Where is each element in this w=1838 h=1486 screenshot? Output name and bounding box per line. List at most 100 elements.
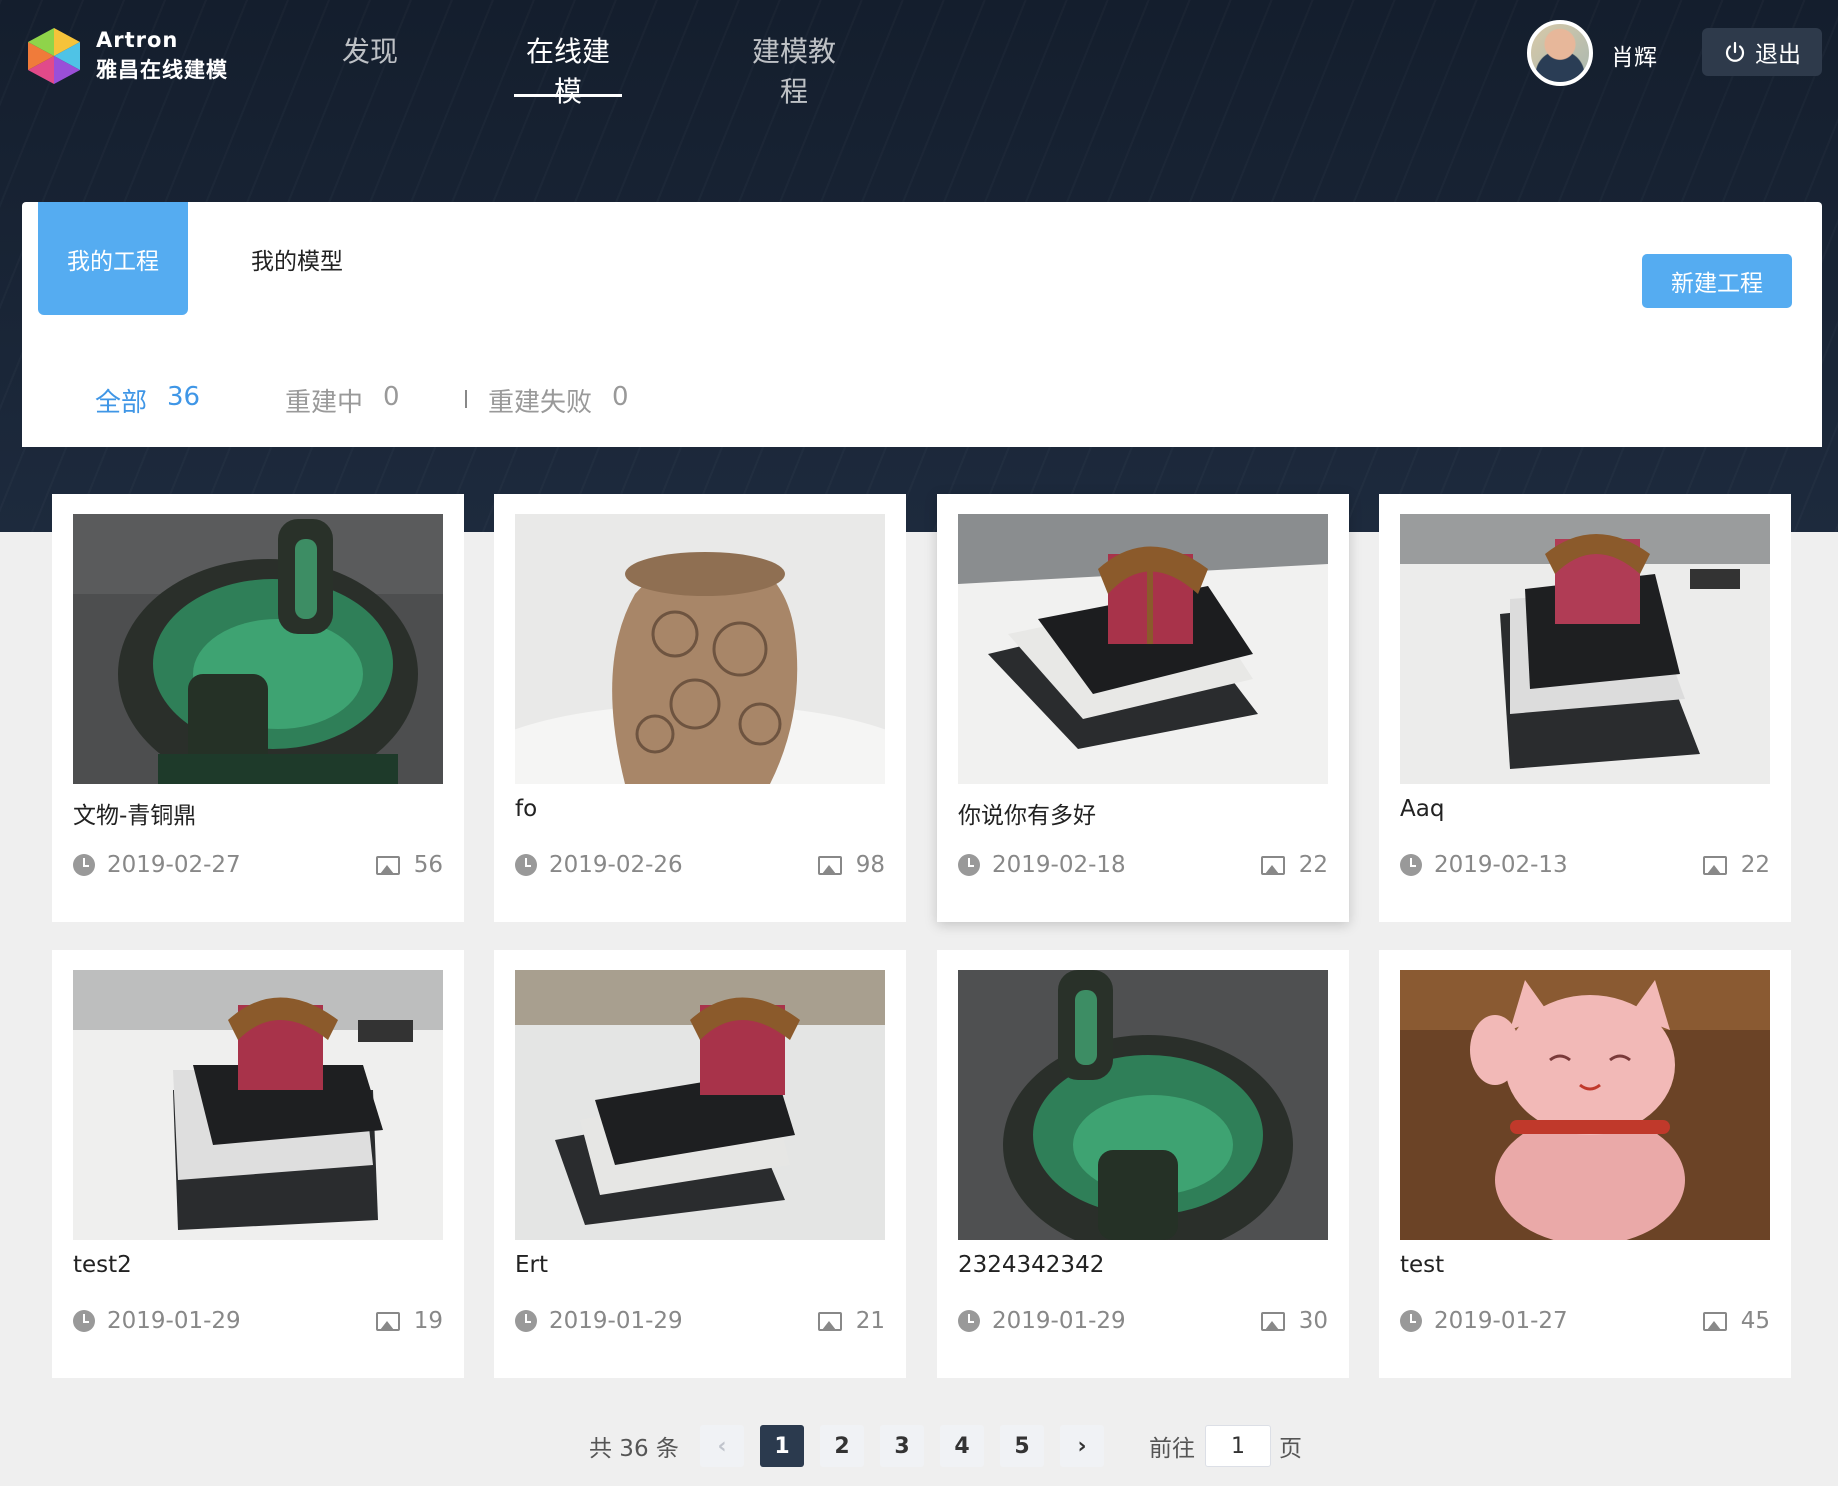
logout-label: 退出 [1755, 42, 1801, 68]
project-title[interactable]: Ert [515, 1252, 548, 1278]
page-button-5[interactable]: 5 [1000, 1425, 1044, 1467]
new-project-button[interactable]: 新建工程 [1642, 254, 1792, 308]
project-image-count: 45 [1702, 1308, 1770, 1334]
project-image-count-value: 30 [1298, 1308, 1328, 1334]
image-icon [1260, 1311, 1285, 1331]
project-title[interactable]: test2 [73, 1252, 132, 1278]
project-thumbnail[interactable] [1400, 970, 1770, 1240]
project-thumbnail[interactable] [515, 514, 885, 784]
username[interactable]: 肖辉 [1611, 38, 1657, 72]
active-nav-indicator [514, 94, 622, 97]
project-image-count: 21 [817, 1308, 885, 1334]
nav-online-modeling-label: 在线建模 [525, 35, 610, 108]
project-thumbnail[interactable] [73, 514, 443, 784]
image-icon [375, 1311, 400, 1331]
projects-panel: 我的工程 我的模型 新建工程 全部 36 重建中 0 重建失败 0 [22, 202, 1822, 447]
project-card[interactable]: 你说你有多好 2019-02-18 22 [937, 494, 1349, 922]
image-icon [817, 1311, 842, 1331]
project-image-count-value: 22 [1740, 852, 1770, 878]
project-date: 2019-01-29 [515, 1308, 683, 1334]
filter-rebuilding-label: 重建中 [285, 388, 364, 418]
filter-divider [465, 390, 467, 408]
filter-rebuilding-count: 0 [383, 382, 400, 412]
project-date-value: 2019-02-18 [992, 852, 1126, 878]
filter-rebuilding[interactable]: 重建中 0 [285, 382, 400, 419]
chevron-right-icon: › [1077, 1433, 1087, 1459]
project-title[interactable]: 2324342342 [958, 1252, 1104, 1278]
page-button-1[interactable]: 1 [760, 1425, 804, 1467]
page-button-3[interactable]: 3 [880, 1425, 924, 1467]
project-title[interactable]: 文物-青铜鼎 [73, 796, 196, 830]
project-date-value: 2019-02-27 [107, 852, 241, 878]
project-image-count-value: 21 [855, 1308, 885, 1334]
project-date-value: 2019-01-29 [549, 1308, 683, 1334]
tab-my-models[interactable]: 我的模型 [222, 202, 372, 315]
project-thumbnail[interactable] [1400, 514, 1770, 784]
project-thumbnail[interactable] [515, 970, 885, 1240]
project-thumbnail[interactable] [958, 970, 1328, 1240]
clock-icon [1400, 854, 1422, 876]
tab-my-projects[interactable]: 我的工程 [38, 202, 188, 315]
project-title[interactable]: test [1400, 1252, 1444, 1278]
chevron-left-icon: ‹ [717, 1433, 727, 1459]
project-card[interactable]: Aaq 2019-02-13 22 [1379, 494, 1791, 922]
top-navigation-bar: Artron 雅昌在线建模 发现 在线建模 建模教程 肖辉 退出 [0, 0, 1838, 108]
project-card[interactable]: 2324342342 2019-01-29 30 [937, 950, 1349, 1378]
bronze-vessel-image [73, 514, 443, 784]
logout-button[interactable]: 退出 [1702, 28, 1822, 76]
clock-icon [73, 854, 95, 876]
tab-my-models-label: 我的模型 [251, 248, 343, 275]
project-title[interactable]: 你说你有多好 [958, 796, 1096, 830]
nav-modeling-tutorial-label: 建模教程 [751, 35, 836, 108]
project-title[interactable]: fo [515, 796, 537, 822]
tab-my-projects-label: 我的工程 [67, 248, 159, 275]
image-icon [817, 855, 842, 875]
filter-all-count: 36 [167, 382, 201, 412]
project-date: 2019-02-13 [1400, 852, 1568, 878]
project-title[interactable]: Aaq [1400, 796, 1444, 822]
project-card[interactable]: fo 2019-02-26 98 [494, 494, 906, 922]
project-thumbnail[interactable] [73, 970, 443, 1240]
filter-rebuild-failed[interactable]: 重建失败 0 [488, 382, 629, 419]
power-icon [1725, 41, 1745, 62]
nav-modeling-tutorial[interactable]: 建模教程 [740, 30, 848, 108]
project-card[interactable]: test2 2019-01-29 19 [52, 950, 464, 1378]
project-thumbnail[interactable] [958, 514, 1328, 784]
project-image-count-value: 56 [413, 852, 443, 878]
prev-page-button[interactable]: ‹ [700, 1425, 744, 1467]
artron-logo-icon[interactable] [24, 26, 84, 86]
project-card[interactable]: Ert 2019-01-29 21 [494, 950, 906, 1378]
logo-english: Artron [96, 28, 179, 52]
gift-box-on-books-image [958, 514, 1328, 784]
project-image-count: 19 [375, 1308, 443, 1334]
page-suffix-label: 页 [1279, 1436, 1302, 1462]
goto-page-input[interactable] [1205, 1425, 1271, 1467]
gift-box-on-books-image [73, 970, 443, 1240]
image-icon [1702, 855, 1727, 875]
project-image-count-value: 19 [413, 1308, 443, 1334]
project-card[interactable]: 文物-青铜鼎 2019-02-27 56 [52, 494, 464, 922]
goto-label: 前往 [1149, 1436, 1195, 1462]
gift-box-on-books-image [515, 970, 885, 1240]
user-avatar[interactable] [1527, 20, 1593, 86]
filter-all[interactable]: 全部 36 [95, 382, 200, 419]
image-icon [375, 855, 400, 875]
page-button-2[interactable]: 2 [820, 1425, 864, 1467]
bronze-vessel-image [958, 970, 1328, 1240]
page-button-4[interactable]: 4 [940, 1425, 984, 1467]
project-card[interactable]: test 2019-01-27 45 [1379, 950, 1791, 1378]
gift-box-on-books-image [1400, 514, 1770, 784]
project-image-count: 22 [1260, 852, 1328, 878]
clock-icon [958, 854, 980, 876]
image-icon [1702, 1311, 1727, 1331]
nav-online-modeling[interactable]: 在线建模 [514, 30, 622, 108]
project-date-value: 2019-02-13 [1434, 852, 1568, 878]
project-image-count: 22 [1702, 852, 1770, 878]
filter-all-label: 全部 [95, 388, 148, 418]
nav-discover[interactable]: 发现 [342, 30, 398, 100]
project-date: 2019-01-27 [1400, 1308, 1568, 1334]
project-date: 2019-02-27 [73, 852, 241, 878]
next-page-button[interactable]: › [1060, 1425, 1104, 1467]
project-image-count: 98 [817, 852, 885, 878]
project-date: 2019-01-29 [73, 1308, 241, 1334]
